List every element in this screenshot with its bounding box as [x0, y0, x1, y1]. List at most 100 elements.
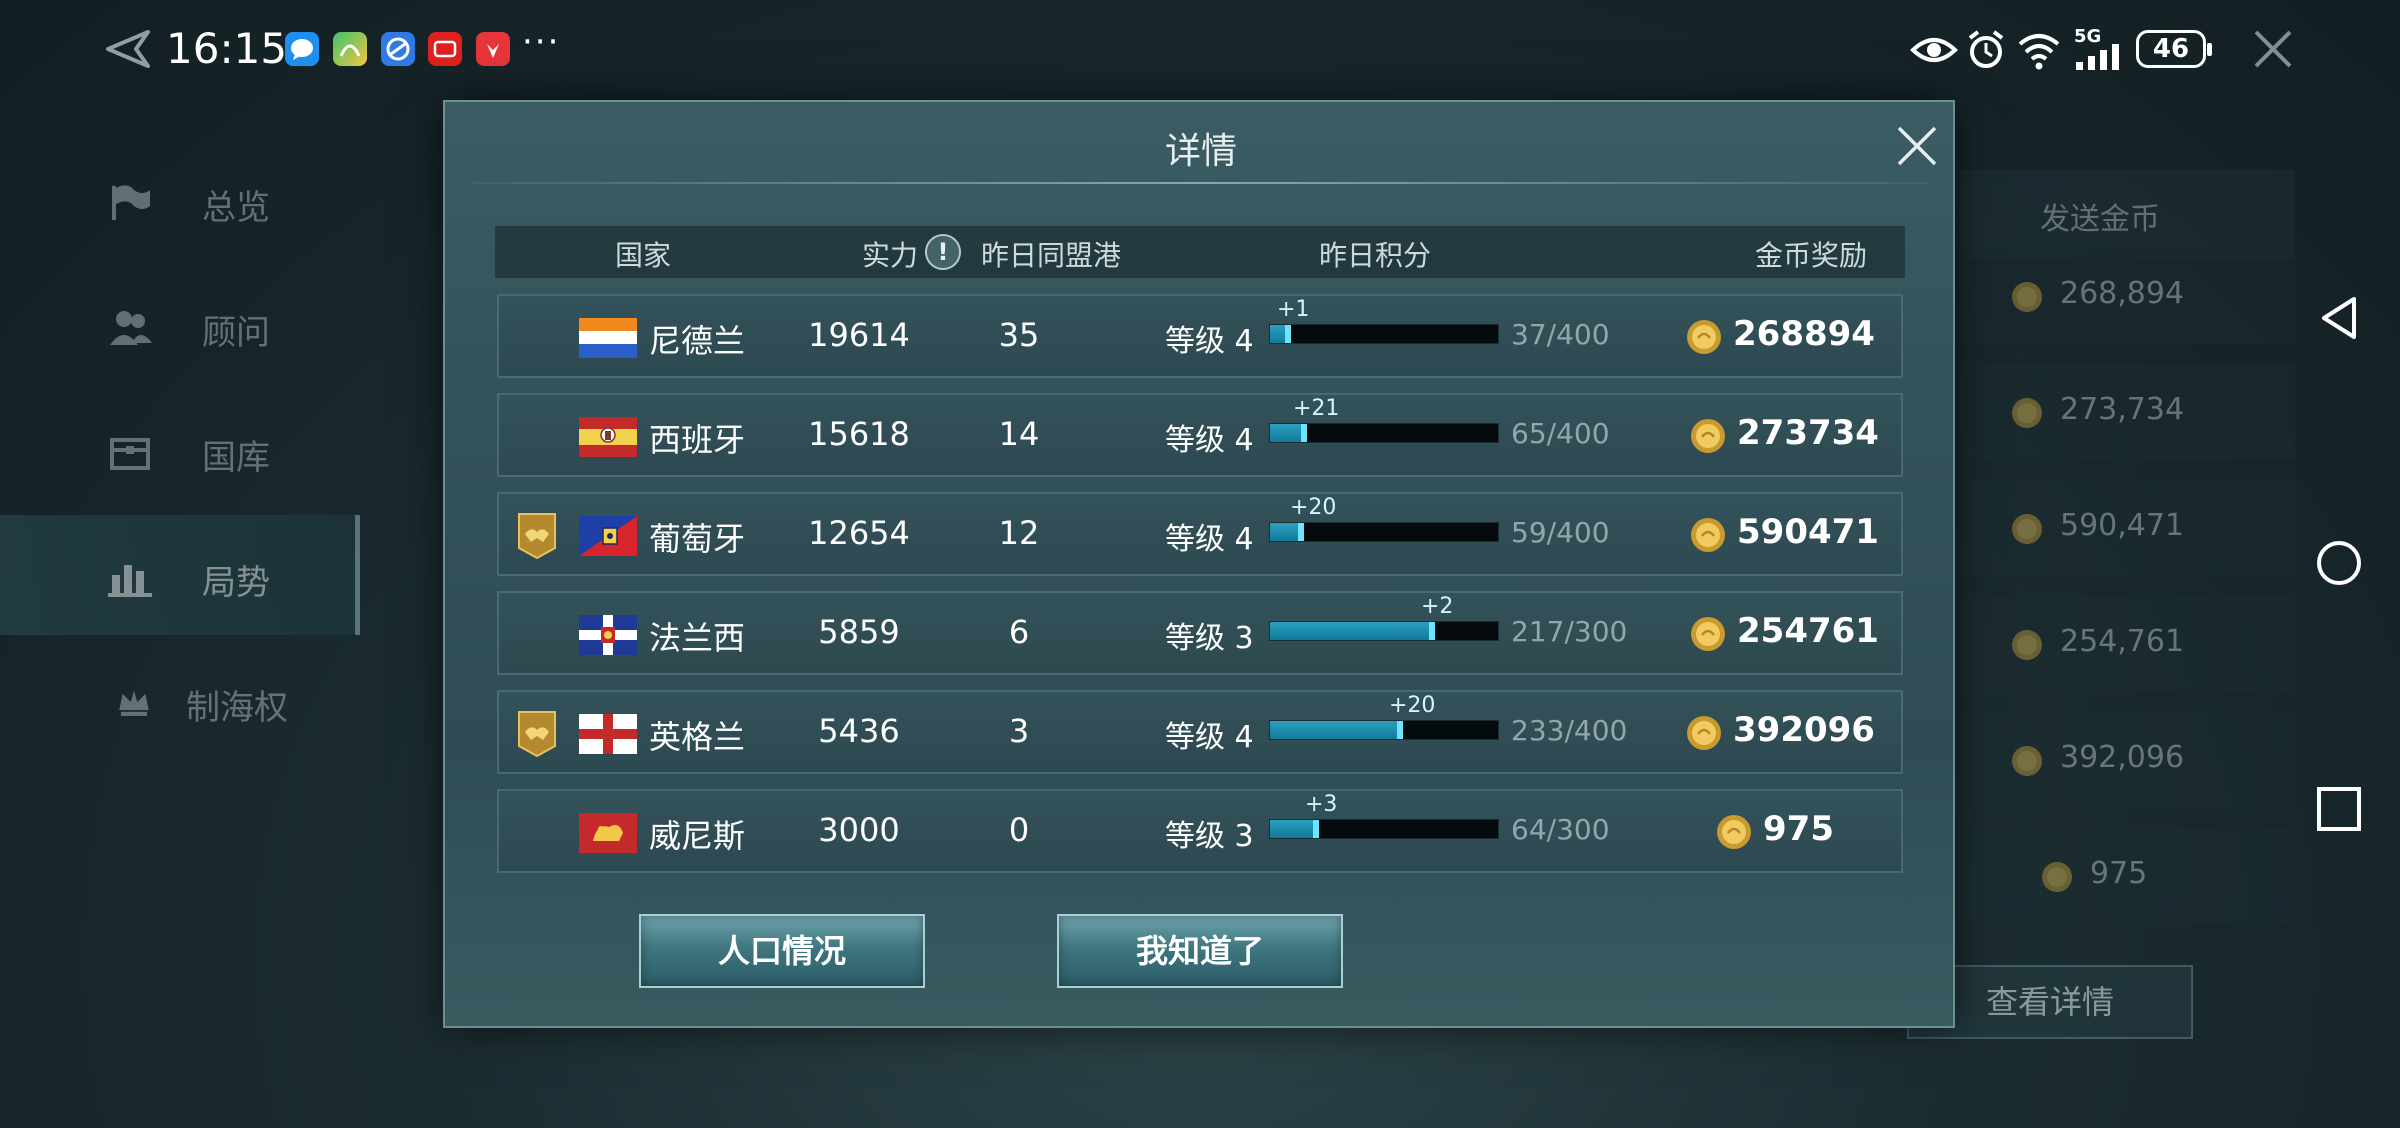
power-value: 3000 — [818, 811, 900, 849]
points-gain: +21 — [1293, 396, 1340, 421]
column-power: 实力 — [862, 239, 919, 272]
ok-button[interactable]: 我知道了 — [1057, 914, 1343, 988]
portugal-flag-icon — [579, 516, 637, 556]
level-label: 等级 4 — [1165, 423, 1254, 458]
points-gain: +2 — [1421, 594, 1454, 619]
column-reward: 金币奖励 — [1755, 239, 1868, 272]
gold-value: 392,096 — [2060, 740, 2185, 775]
table-row[interactable]: 葡萄牙 12654 12 等级 4 +20 59/400 590471 — [497, 492, 1903, 576]
menu-item-sea-control[interactable]: 制海权 — [0, 640, 360, 760]
people-icon — [110, 311, 152, 345]
points-progress-bar: +3 — [1269, 792, 1499, 839]
table-row[interactable]: 法兰西 5859 6 等级 3 +2 217/300 254761 — [497, 591, 1903, 675]
alliance-badge-icon — [518, 711, 556, 758]
progress-fill — [1270, 721, 1403, 739]
eye-icon — [1910, 38, 1958, 62]
ports-value: 3 — [1008, 712, 1030, 750]
panel-header: 发送金币 — [1960, 170, 2295, 260]
nav-back-icon[interactable] — [2316, 295, 2362, 341]
progress-fill — [1270, 820, 1319, 838]
points-progress-bar: +20 — [1269, 693, 1499, 740]
menu-item-overview[interactable]: 总览 — [0, 140, 360, 260]
list-item: 268,894 — [1960, 248, 2295, 344]
power-value: 19614 — [808, 316, 910, 354]
menu-label: 局势 — [202, 563, 270, 603]
crown-icon — [119, 690, 149, 716]
menu-label: 总览 — [202, 188, 270, 228]
huawei-app-icon — [476, 32, 510, 66]
country-name: 法兰西 — [649, 619, 746, 657]
points-gain: +1 — [1277, 297, 1310, 322]
power-value: 5436 — [818, 712, 900, 750]
dialog-title: 详情 — [1164, 131, 1237, 172]
battery-indicator: 46 — [2136, 30, 2212, 68]
menu-label: 国库 — [202, 438, 270, 478]
gold-coin-icon — [1717, 815, 1751, 849]
points-score: 64/300 — [1511, 813, 1610, 846]
nav-recents-icon[interactable] — [2316, 786, 2362, 832]
level-label: 等级 3 — [1165, 819, 1254, 854]
menu-item-treasury[interactable]: 国库 — [0, 390, 360, 510]
close-icon[interactable] — [2250, 26, 2296, 72]
column-ports: 昨日同盟港 — [981, 239, 1122, 272]
menu-item-advisor[interactable]: 顾问 — [0, 265, 360, 385]
back-arrow-icon[interactable] — [98, 24, 154, 74]
close-icon[interactable] — [1893, 122, 1941, 170]
ports-value: 35 — [998, 316, 1040, 354]
gold-coin-icon — [1691, 419, 1725, 453]
gold-coin-icon — [2042, 862, 2072, 892]
points-score: 233/400 — [1511, 714, 1628, 747]
list-item: 975 — [1960, 828, 2295, 924]
menu-item-situation[interactable]: 局势 — [0, 515, 360, 635]
table-row[interactable]: 威尼斯 3000 0 等级 3 +3 64/300 975 — [497, 789, 1903, 873]
power-value: 15618 — [808, 415, 910, 453]
points-progress-bar: +2 — [1269, 594, 1499, 641]
gold-coin-icon — [1691, 518, 1725, 552]
flag-icon — [112, 185, 150, 220]
gold-value: 975 — [2090, 856, 2148, 891]
signal-icon — [2076, 44, 2119, 70]
points-gain: +20 — [1290, 495, 1337, 520]
menu-label: 顾问 — [202, 313, 270, 353]
bar-chart-icon — [108, 565, 152, 597]
power-info-icon[interactable]: ! — [925, 234, 961, 270]
points-gain: +3 — [1305, 792, 1338, 817]
venice-flag-icon — [579, 813, 637, 853]
gold-reward: 975 — [1763, 809, 1834, 849]
table-row[interactable]: 英格兰 5436 3 等级 4 +20 233/400 392096 — [497, 690, 1903, 774]
gold-reward: 254761 — [1737, 611, 1879, 651]
gold-reward: 268894 — [1733, 314, 1875, 354]
alarm-icon — [1968, 30, 2004, 68]
column-points: 昨日积分 — [1319, 239, 1432, 272]
points-score: 217/300 — [1511, 615, 1628, 648]
treasury-icon — [110, 438, 150, 470]
gold-value: 273,734 — [2060, 392, 2185, 427]
level-label: 等级 4 — [1165, 522, 1254, 557]
column-country: 国家 — [615, 239, 672, 272]
level-label: 等级 4 — [1165, 324, 1254, 359]
gold-coin-icon — [1691, 617, 1725, 651]
level-label: 等级 3 — [1165, 621, 1254, 656]
gold-value: 254,761 — [2060, 624, 2185, 659]
gold-coin-icon — [1687, 716, 1721, 750]
gold-coin-icon — [2012, 398, 2042, 428]
country-name: 尼德兰 — [649, 322, 746, 360]
more-notifications: ··· — [522, 22, 561, 62]
tmall-app-icon — [428, 32, 462, 66]
points-progress-bar: +20 — [1269, 495, 1499, 542]
wifi-icon — [2018, 34, 2060, 70]
power-value: 12654 — [808, 514, 910, 552]
browser-app-icon — [381, 32, 415, 66]
progress-tip — [1298, 523, 1304, 541]
england-flag-icon — [579, 714, 637, 754]
menu-label: 制海权 — [186, 688, 288, 728]
details-dialog: 详情 国家 实力 ! 昨日同盟港 昨日积分 金币奖励 尼德兰 19614 35 … — [443, 100, 1955, 1028]
gold-coin-icon — [2012, 746, 2042, 776]
nav-home-icon[interactable] — [2316, 540, 2362, 586]
list-item: 254,761 — [1960, 596, 2295, 692]
population-button[interactable]: 人口情况 — [639, 914, 925, 988]
table-row[interactable]: 西班牙 15618 14 等级 4 +21 65/400 273734 — [497, 393, 1903, 477]
table-header: 国家 实力 ! 昨日同盟港 昨日积分 金币奖励 — [495, 226, 1905, 278]
country-name: 葡萄牙 — [649, 520, 746, 558]
table-row[interactable]: 尼德兰 19614 35 等级 4 +1 37/400 268894 — [497, 294, 1903, 378]
